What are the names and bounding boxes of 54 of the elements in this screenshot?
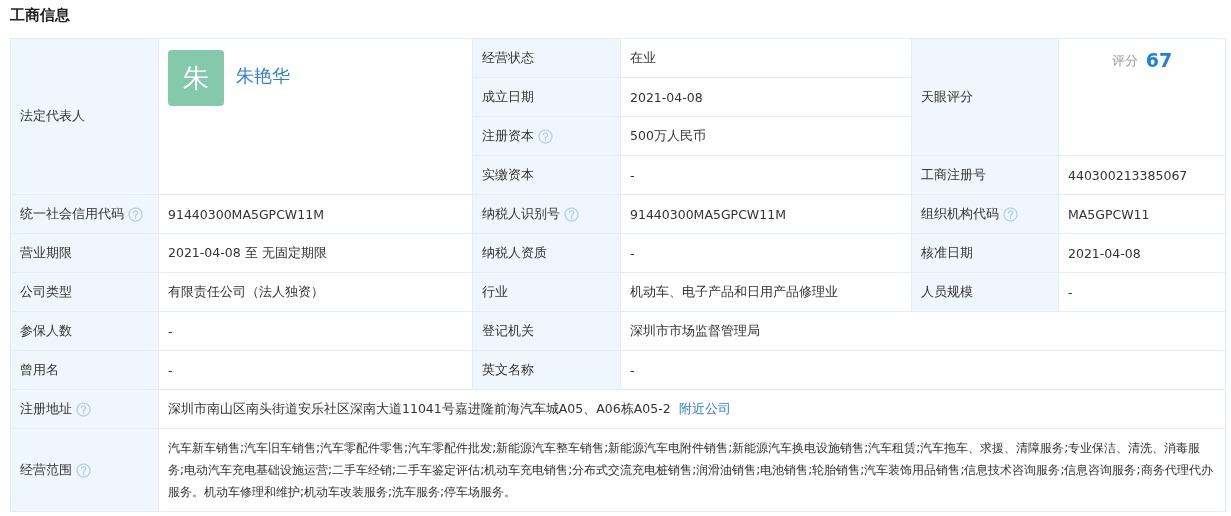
field-label: 曾用名 [20, 361, 59, 379]
field-label: 天眼评分 [921, 88, 973, 106]
nearby-link[interactable]: 附近公司 [678, 400, 731, 418]
field-label: 登记机关 [482, 322, 534, 340]
field-label: 统一社会信用代码 [20, 205, 124, 223]
field-value: 机动车、电子产品和日用产品修理业 [630, 283, 838, 301]
section-title: 工商信息 [9, 5, 71, 26]
field-label: 法定代表人 [20, 108, 85, 125]
field-label: 行业 [482, 283, 508, 301]
field-label: 经营状态 [482, 49, 534, 67]
field-label: 纳税人资质 [482, 244, 547, 262]
help-icon[interactable] [128, 206, 143, 222]
field-label: 经营范围 [20, 461, 72, 479]
field-label: 公司类型 [20, 283, 72, 301]
field-label: 人员规模 [921, 283, 973, 301]
field-label: 实缴资本 [482, 166, 534, 184]
field-value: - [630, 362, 635, 378]
field-value: 2021-04-08 至 无固定期限 [168, 244, 327, 262]
field-value: - [168, 362, 173, 378]
score-label: 评分 [1111, 52, 1138, 70]
field-label: 营业期限 [20, 244, 72, 262]
help-icon[interactable] [1003, 206, 1018, 222]
field-value: 2021-04-08 [630, 89, 703, 105]
field-value: MA5GPCW11 [1068, 206, 1150, 222]
field-label: 工商注册号 [921, 166, 986, 184]
field-value: - [168, 323, 173, 339]
help-icon[interactable] [564, 206, 579, 222]
field-label: 注册资本 [482, 127, 534, 145]
field-value: 在业 [630, 49, 656, 67]
field-value: 汽车新车销售;汽车旧车销售;汽车零配件零售;汽车零配件批发;新能源汽车整车销售;新能源汽车电附件销售;新能源汽车换电设施销售;汽车租赁;汽车拖车、求援、清障服务;专业保洁、清洗、消毒服务;电动汽车充电基础设施运营;二手车经销;二手车鉴定评估;机动车充电销售;分布式交流充电桩销售;润滑油销售;电池销售;轮胎销售;汽车装饰用品销售;信息技术咨询服务;信息咨询服务;商务代理代办服务。机动车修理和维护;机动车改装服务;洗车服务;停车场服务。 [168, 440, 1214, 501]
field-value: 500万人民币 [630, 127, 706, 145]
field-label: 组织机构代码 [921, 205, 999, 223]
field-value: 2021-04-08 [1068, 245, 1141, 261]
field-value: - [1068, 284, 1073, 300]
field-label: 成立日期 [482, 88, 534, 106]
field-value: - [630, 245, 635, 261]
field-value: 91440300MA5GPCW11M [630, 206, 786, 222]
help-icon[interactable] [538, 128, 553, 144]
help-icon[interactable] [76, 462, 91, 478]
field-label: 参保人数 [20, 322, 72, 340]
field-label: 注册地址 [20, 400, 72, 418]
person-link[interactable]: 朱艳华 [236, 64, 290, 88]
field-label: 纳税人识别号 [482, 205, 560, 223]
address-text: 深圳市南山区南头街道安乐社区深南大道11041号嘉进隆前海汽车城A05、A06栋A05-2 [168, 400, 671, 418]
field-value: 有限责任公司（法人独资） [168, 283, 324, 301]
field-value: 91440300MA5GPCW11M [168, 206, 324, 222]
field-label: 英文名称 [482, 361, 534, 379]
help-icon[interactable] [76, 401, 91, 417]
field-value: 440300213385067 [1068, 167, 1188, 183]
avatar: 朱 [168, 50, 224, 106]
field-value: 深圳市市场监督管理局 [630, 322, 760, 340]
score-value: 67 [1145, 49, 1173, 71]
field-label: 核准日期 [921, 244, 973, 262]
field-value: - [630, 167, 635, 183]
